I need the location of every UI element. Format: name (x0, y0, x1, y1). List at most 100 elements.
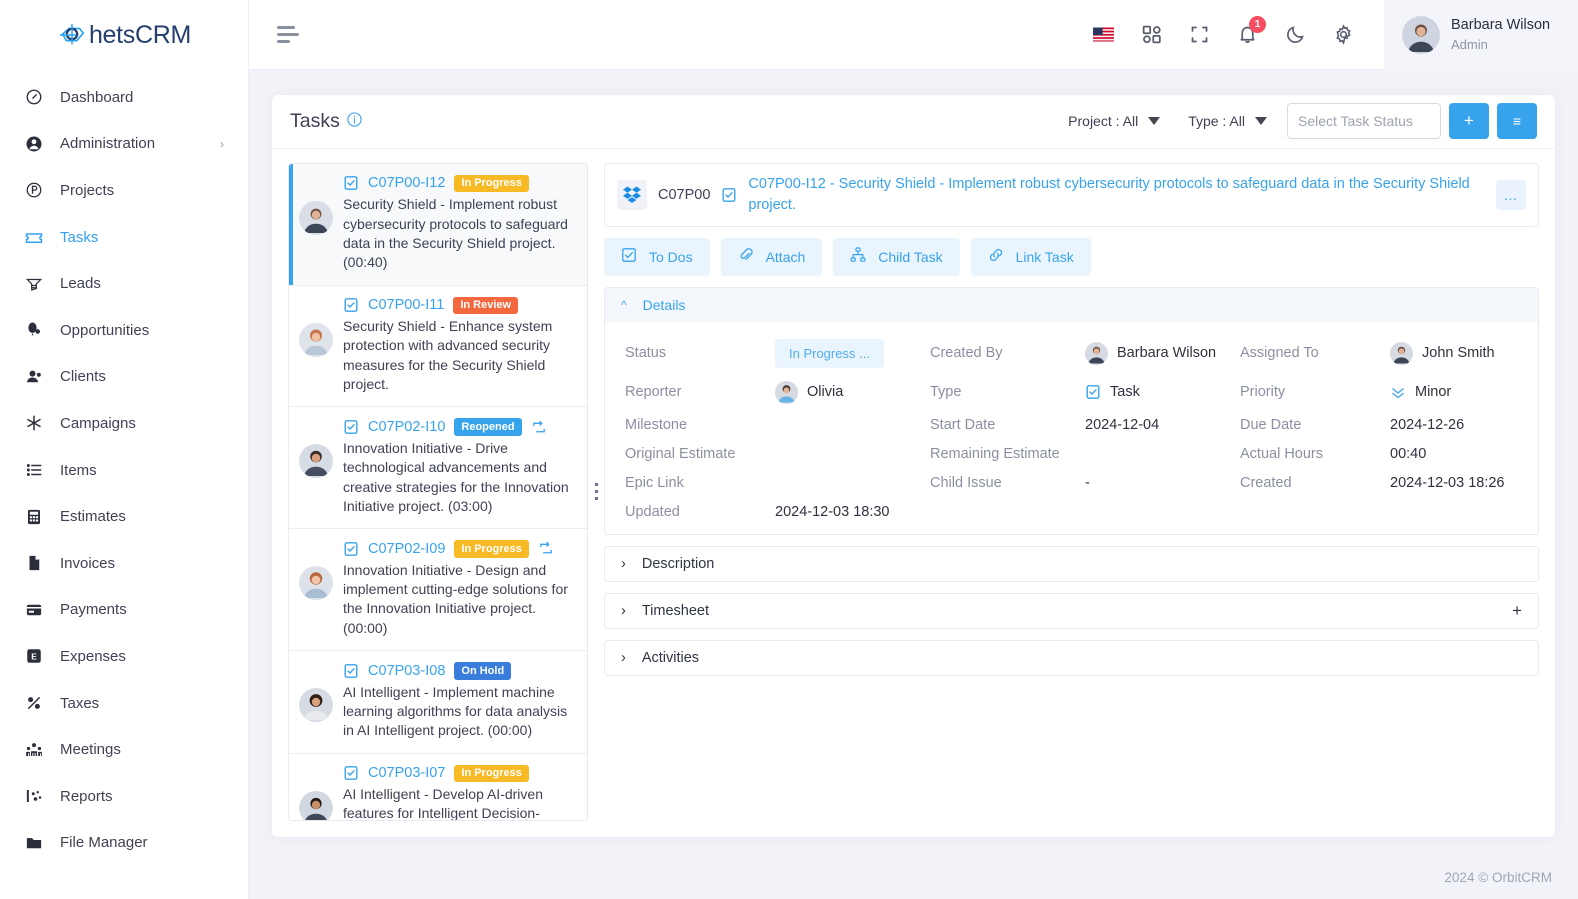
original-estimate-label: Original Estimate (625, 445, 736, 462)
task-code[interactable]: C07P02-I09 (368, 541, 445, 557)
task-code[interactable]: C07P00-I11 (368, 297, 444, 313)
moon-icon[interactable] (1284, 24, 1306, 46)
topbar-icons: 1 (1092, 15, 1384, 46)
activities-section[interactable]: › Activities (604, 639, 1539, 676)
sidebar-item-file-manager[interactable]: File Manager (0, 820, 248, 867)
todos-button[interactable]: To Dos (604, 237, 710, 276)
task-list-item[interactable]: C07P02-I10 Reopened Innovation Initiativ… (289, 407, 587, 530)
sidebar-item-meetings[interactable]: Meetings (0, 726, 248, 773)
task-status-input[interactable] (1287, 103, 1441, 140)
task-list-item[interactable]: C07P02-I09 In Progress Innovation Initia… (289, 529, 587, 652)
main-area: 1 Barbara Wilson Admin Tasks Project: A… (249, 0, 1578, 899)
timesheet-section[interactable]: › Timesheet + (604, 592, 1539, 629)
task-list-item[interactable]: C07P00-I12 In Progress Security Shield -… (289, 163, 587, 286)
task-check-icon (344, 663, 358, 678)
task-more-options-button[interactable]: … (1496, 179, 1526, 210)
task-description: Security Shield - Enhance system protect… (343, 318, 553, 393)
created-label: Created (1240, 474, 1292, 491)
reporter-name: Olivia (807, 384, 844, 401)
task-detail-pane: C07P00 C07P00-I12 - Security Shield - Im… (604, 162, 1539, 821)
description-section[interactable]: › Description (604, 545, 1539, 582)
sidebar-item-administration[interactable]: Administration › (0, 121, 248, 168)
child-issue-label: Child Issue (930, 474, 1002, 491)
avatar (299, 688, 333, 723)
sidebar-item-items[interactable]: Items (0, 447, 248, 494)
brand-logo[interactable]: hetsCRM (0, 0, 248, 70)
sidebar-label: Campaigns (60, 414, 136, 432)
notification-badge: 1 (1249, 15, 1266, 33)
sidebar-item-dashboard[interactable]: Dashboard (0, 74, 248, 121)
created-value: 2024-12-03 18:26 (1390, 474, 1505, 491)
page-title-text: Tasks (290, 109, 340, 132)
sidebar-item-payments[interactable]: Payments (0, 587, 248, 634)
dropbox-icon (617, 179, 647, 210)
sidebar-item-projects[interactable]: Projects (0, 167, 248, 214)
user-circle-icon (24, 134, 44, 154)
sidebar-item-estimates[interactable]: Estimates (0, 493, 248, 540)
task-list-item[interactable]: C07P03-I07 In Progress AI Intelligent - … (289, 753, 587, 821)
task-code[interactable]: C07P03-I08 (368, 663, 445, 679)
task-code[interactable]: C07P03-I07 (368, 765, 445, 781)
sidebar-item-leads[interactable]: Leads (0, 260, 248, 307)
attach-button[interactable]: Attach (720, 237, 823, 276)
panel-resize-handle[interactable] (588, 163, 604, 821)
avatar (1402, 15, 1440, 54)
sidebar-item-clients[interactable]: Clients (0, 354, 248, 401)
type-label: Type (930, 384, 962, 401)
add-timesheet-icon[interactable]: + (1512, 601, 1522, 621)
status-value[interactable]: In Progress ... (775, 338, 930, 368)
sidebar-label: Expenses (60, 647, 126, 665)
sidebar-item-invoices[interactable]: Invoices (0, 540, 248, 587)
task-list-item[interactable]: C07P03-I08 On Hold AI Intelligent - Impl… (289, 651, 587, 754)
details-accordion-header[interactable]: ^ Details (605, 287, 1538, 322)
description-label: Description (641, 555, 715, 572)
task-detail-title[interactable]: C07P00-I12 - Security Shield - Implement… (748, 174, 1485, 216)
sidebar-item-tasks[interactable]: Tasks (0, 214, 248, 261)
sidebar-item-reports[interactable]: Reports (0, 773, 248, 820)
sidebar-item-campaigns[interactable]: Campaigns (0, 400, 248, 447)
sidebar-label: Items (60, 461, 97, 479)
due-date-label: Due Date (1240, 416, 1302, 433)
task-list: C07P00-I12 In Progress Security Shield -… (288, 162, 588, 821)
hamburger-icon[interactable] (277, 26, 299, 43)
task-header: C07P03-I07 In Progress (343, 764, 575, 783)
task-header: C07P00-I12 In Progress (343, 174, 575, 193)
info-circle-icon[interactable] (347, 110, 362, 133)
avatar (299, 566, 333, 601)
type-filter[interactable]: Type : All (1174, 113, 1281, 129)
task-header: C07P00-I11 In Review (343, 296, 575, 315)
project-filter[interactable]: Project : All (1054, 113, 1174, 129)
task-list-view-button[interactable]: ≡ (1497, 103, 1537, 140)
copyright-text: 2024 © OrbitCRM (1444, 869, 1552, 885)
type-filter-label: Type : All (1188, 113, 1245, 130)
created-by-label: Created By (930, 345, 1003, 362)
brand-name: hetsCRM (88, 20, 192, 49)
fullscreen-icon[interactable] (1188, 24, 1210, 46)
chevron-up-icon: ^ (621, 297, 627, 312)
add-task-button[interactable]: + (1449, 103, 1489, 140)
bell-icon[interactable]: 1 (1236, 15, 1266, 46)
sidebar-label: Estimates (60, 508, 126, 526)
sidebar-label: File Manager (60, 834, 148, 852)
paperclip-icon (738, 247, 754, 266)
task-description: AI Intelligent - Develop AI-driven featu… (343, 786, 543, 821)
sidebar-item-taxes[interactable]: Taxes (0, 680, 248, 727)
sidebar-label: Tasks (60, 228, 99, 246)
sidebar-item-opportunities[interactable]: Opportunities (0, 307, 248, 354)
gear-icon[interactable] (1332, 24, 1354, 46)
link-task-button[interactable]: Link Task (970, 237, 1091, 276)
flag-us-icon[interactable] (1092, 24, 1114, 46)
apps-grid-icon[interactable] (1140, 24, 1162, 46)
child-task-button[interactable]: Child Task (833, 237, 960, 276)
start-date-value: 2024-12-04 (1085, 416, 1160, 433)
task-code[interactable]: C07P00-I12 (368, 175, 445, 191)
task-list-item[interactable]: C07P00-I11 In Review Security Shield - E… (289, 285, 587, 408)
avatar (775, 380, 798, 404)
task-actions: To Dos Attach Child Task Link Task (604, 237, 1539, 276)
avatar (1390, 341, 1413, 365)
user-profile-menu[interactable]: Barbara Wilson Admin (1384, 0, 1578, 70)
task-code[interactable]: C07P02-I10 (368, 419, 445, 435)
svg-text:E: E (31, 653, 37, 662)
sidebar-item-expenses[interactable]: E Expenses (0, 633, 248, 680)
reporter-label: Reporter (625, 384, 682, 401)
